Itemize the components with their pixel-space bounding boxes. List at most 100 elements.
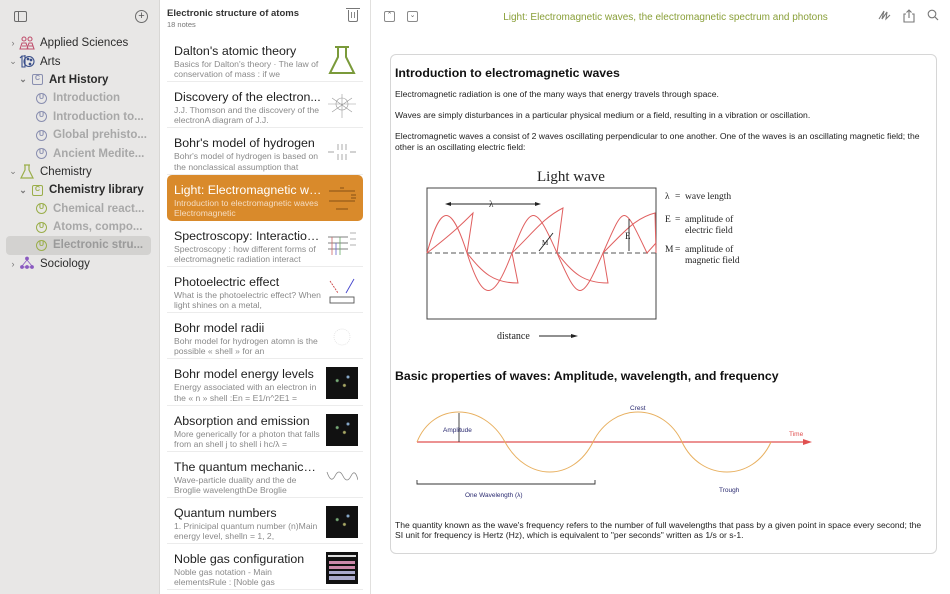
note-title: Bohr's model of hydrogen bbox=[174, 136, 315, 151]
note-item[interactable]: Bohr model radii Bohr model for hydrogen… bbox=[167, 313, 363, 360]
tree-item-introduction-to[interactable]: U Introduction to... bbox=[0, 108, 159, 126]
section-heading: Basic properties of waves: Amplitude, wa… bbox=[395, 368, 779, 383]
legend-text: amplitude of bbox=[685, 244, 734, 255]
paragraph: Electromagnetic waves a consist of 2 wav… bbox=[395, 131, 920, 152]
palette-icon bbox=[18, 54, 36, 70]
flask-icon bbox=[18, 164, 36, 180]
note-title: Bohr model energy levels bbox=[174, 367, 314, 382]
tree-item-label: Arts bbox=[40, 55, 61, 68]
paragraph: The relationship between waveloength and… bbox=[395, 551, 930, 553]
sidebar: + › Applied Sciences ⌄ Arts ⌄ C Art Hist… bbox=[0, 0, 160, 594]
note-item[interactable]: Dalton's atomic theory Basics for Dalton… bbox=[167, 36, 363, 83]
tree-item-label: Global prehisto... bbox=[53, 129, 147, 142]
tree-item-label: Introduction bbox=[53, 92, 121, 105]
paragraph: Waves are simply disturbances in a parti… bbox=[395, 110, 811, 120]
lambda-label: λ bbox=[489, 199, 494, 209]
scribble-icon[interactable] bbox=[878, 9, 892, 24]
tree-item-introduction[interactable]: U Introduction bbox=[0, 89, 159, 107]
note-item-selected[interactable]: Light: Electromagnetic wa... Introductio… bbox=[167, 174, 363, 221]
tree-item-ancient-mediterranean[interactable]: U Ancient Medite... bbox=[0, 144, 159, 162]
section-heading: Introduction to electromagnetic waves bbox=[395, 66, 620, 80]
note-title: The quantum mechanical... bbox=[174, 459, 322, 474]
note-snippet: Bohr's model of hydrogen is based on the… bbox=[174, 151, 319, 172]
tree-item-label: Applied Sciences bbox=[40, 37, 129, 50]
plus-circle-icon[interactable]: + bbox=[135, 10, 148, 23]
tree-item-label: Chemistry library bbox=[49, 184, 144, 197]
note-list-title: Electronic structure of atoms bbox=[167, 8, 299, 19]
wave-thumbnail bbox=[326, 471, 358, 481]
search-icon[interactable] bbox=[927, 9, 939, 24]
arrow-head bbox=[445, 201, 451, 206]
note-item[interactable]: Bohr's model of hydrogen Bohr's model of… bbox=[167, 128, 363, 175]
legend-symbol: E bbox=[665, 215, 671, 225]
tree-item-chemistry[interactable]: ⌄ Chemistry bbox=[0, 163, 159, 181]
time-label: Time bbox=[789, 431, 804, 438]
note-item[interactable]: Photoelectric effect What is the photoel… bbox=[167, 267, 363, 314]
unit-icon: U bbox=[36, 111, 47, 123]
time-arrow-head bbox=[803, 438, 812, 445]
note-item[interactable]: Spectroscopy: Interaction... Spectroscop… bbox=[167, 221, 363, 267]
tree-item-atoms-compounds[interactable]: U Atoms, compo... bbox=[0, 218, 159, 236]
note-item[interactable]: Quantum numbers 1. Prinicipal quantum nu… bbox=[167, 498, 363, 545]
tree-item-chemistry-library[interactable]: ⌄ C Chemistry library bbox=[0, 181, 159, 199]
legend-symbol: λ bbox=[665, 192, 670, 202]
note-list: Electronic structure of atoms 18 notes D… bbox=[160, 0, 371, 594]
diagram-thumbnail bbox=[328, 144, 356, 161]
tree-item-art-history[interactable]: ⌄ C Art History bbox=[0, 71, 159, 89]
note-title: Photoelectric effect bbox=[174, 274, 280, 289]
note-editor: ⌃ ⌄ Light: Electromagnetic waves, the el… bbox=[371, 0, 950, 594]
tree-item-applied-sciences[interactable]: › Applied Sciences bbox=[0, 34, 159, 52]
wavelength-bracket bbox=[416, 479, 596, 484]
note-title: Spectroscopy: Interaction... bbox=[174, 228, 322, 243]
tree-item-global-prehistory[interactable]: U Global prehisto... bbox=[0, 126, 159, 144]
note-title: Light: Electromagnetic wa... bbox=[174, 182, 322, 197]
trash-icon[interactable] bbox=[346, 8, 360, 22]
crest-label: Crest bbox=[630, 405, 646, 412]
wavelength-label: One Wavelength (λ) bbox=[465, 492, 523, 499]
note-title: Discovery of the electron... bbox=[174, 90, 321, 105]
share-icon[interactable] bbox=[903, 9, 915, 26]
note-title: Bohr model radii bbox=[174, 321, 265, 336]
note-item[interactable]: Noble gas configuration Noble gas notati… bbox=[167, 544, 363, 591]
chevron-down-icon[interactable]: ⌄ bbox=[18, 74, 28, 85]
periodic-table-thumbnail bbox=[326, 552, 358, 585]
tree-item-label: Chemical react... bbox=[53, 202, 145, 215]
chevron-down-icon[interactable]: ⌄ bbox=[8, 56, 18, 67]
faint-diagram-thumbnail bbox=[333, 328, 351, 346]
tree-item-sociology[interactable]: › Sociology bbox=[0, 255, 159, 273]
tree-item-arts[interactable]: ⌄ Arts bbox=[0, 52, 159, 70]
trough-label: Trough bbox=[719, 487, 740, 494]
tree-item-electronic-structure[interactable]: U Electronic stru... bbox=[6, 236, 151, 255]
note-snippet: Bohr model for hydrogen atomn is the pos… bbox=[174, 336, 318, 357]
dark-image-thumbnail bbox=[326, 367, 358, 400]
legend-equals: = bbox=[675, 215, 680, 225]
arrow-head bbox=[571, 333, 578, 338]
light-wave-figure: Light wave λ E M distance λ = wave lengt… bbox=[395, 163, 936, 359]
unit-icon: U bbox=[36, 148, 47, 160]
arrow-head bbox=[535, 201, 541, 206]
tree-item-label: Art History bbox=[49, 73, 109, 86]
note-snippet: Basics for Dalton's theory · The law of … bbox=[174, 59, 319, 80]
note-item[interactable]: The quantum mechanical... Wave-particle … bbox=[167, 452, 363, 498]
chevron-down-icon[interactable]: ⌄ bbox=[18, 185, 28, 196]
sidebar-toggle-icon[interactable] bbox=[14, 11, 27, 22]
paragraph: Electromagnetic radiation is one of the … bbox=[395, 89, 719, 99]
chevron-down-icon[interactable]: ⌄ bbox=[8, 166, 18, 177]
note-item[interactable]: Bohr model energy levels Energy associat… bbox=[167, 359, 363, 406]
e-label: E bbox=[625, 231, 631, 241]
tree-item-label: Introduction to... bbox=[53, 110, 144, 123]
note-item[interactable]: Absorption and emission More generically… bbox=[167, 406, 363, 452]
note-snippet: Wave-particle duality and the de Broglie… bbox=[174, 474, 297, 495]
note-item[interactable]: Discovery of the electron... J.J. Thomso… bbox=[167, 82, 363, 129]
unit-icon: U bbox=[36, 221, 47, 233]
chevron-right-icon[interactable]: › bbox=[8, 38, 18, 48]
wave-properties-diagram: Time Amplitude Crest Trough One Waveleng… bbox=[416, 405, 812, 499]
note-document[interactable]: Introduction to electromagnetic waves El… bbox=[390, 54, 937, 554]
flask-thumbnail bbox=[328, 46, 356, 74]
diagram-thumbnail bbox=[329, 187, 356, 209]
note-snippet: Introduction to electromagnetic waves El… bbox=[174, 197, 319, 218]
collection-icon: C bbox=[32, 184, 43, 196]
chevron-right-icon[interactable]: › bbox=[8, 259, 18, 269]
light-wave-diagram: Light wave λ E M distance λ = wave lengt… bbox=[426, 169, 740, 342]
tree-item-chemical-reactions[interactable]: U Chemical react... bbox=[0, 200, 159, 218]
